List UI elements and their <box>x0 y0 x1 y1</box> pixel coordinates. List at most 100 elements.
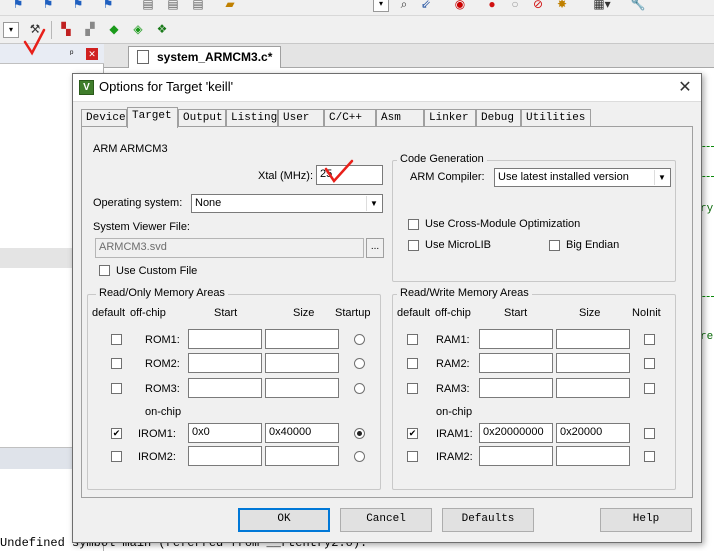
breakpoint-toggle-icon[interactable]: ⊘ <box>530 0 546 12</box>
tab-output[interactable]: Output <box>178 109 226 127</box>
pin-icon[interactable]: ᵖ <box>70 48 73 58</box>
pack-installer-icon[interactable]: ◆ <box>106 21 122 37</box>
microlib-checkbox[interactable] <box>408 240 419 251</box>
tab-cpp[interactable]: C/C++ <box>324 109 376 127</box>
breakpoint-icon[interactable]: ● <box>484 0 500 12</box>
tab-asm[interactable]: Asm <box>376 109 424 127</box>
help-button[interactable]: Help <box>600 508 692 532</box>
rom1-startup-radio[interactable] <box>354 334 365 345</box>
iram2-default-checkbox[interactable] <box>407 451 418 462</box>
breakpoint-disabled-icon[interactable]: ○ <box>507 0 523 12</box>
tab-debug[interactable]: Debug <box>476 109 521 127</box>
iram2-noinit-checkbox[interactable] <box>644 451 655 462</box>
rom2-size-input[interactable] <box>265 353 339 373</box>
rom3-default-checkbox[interactable] <box>111 383 122 394</box>
iram1-default-checkbox[interactable]: ✔ <box>407 428 418 439</box>
flag-icon[interactable]: ⚑ <box>70 0 86 12</box>
target-dropdown-icon[interactable]: ▾ <box>3 22 19 38</box>
close-button[interactable]: ✕ <box>673 76 697 98</box>
rom1-start-input[interactable] <box>188 329 262 349</box>
debug-icon[interactable]: ◉ <box>452 0 468 12</box>
flag-icon[interactable]: ⚑ <box>40 0 56 12</box>
ram3-size-input[interactable] <box>556 378 630 398</box>
rom-onchip-label: on-chip <box>145 406 182 418</box>
project-pane-header: ᵖ ✕ <box>0 44 104 64</box>
ram2-start-input[interactable] <box>479 353 553 373</box>
manage-project-icon[interactable]: ▚ <box>58 21 74 37</box>
irom2-default-checkbox[interactable] <box>111 451 122 462</box>
kill-breakpoints-icon[interactable]: ✸ <box>554 0 570 12</box>
tab-linker[interactable]: Linker <box>424 109 476 127</box>
iram2-size-input[interactable] <box>556 446 630 466</box>
rom3-start-input[interactable] <box>188 378 262 398</box>
find-in-files-icon[interactable]: ⇙ <box>418 0 434 12</box>
cancel-button[interactable]: Cancel <box>340 508 432 532</box>
ram1-start-input[interactable] <box>479 329 553 349</box>
find-icon[interactable]: ⌕ <box>396 0 412 12</box>
ram2-size-input[interactable] <box>556 353 630 373</box>
ram3-noinit-checkbox[interactable] <box>644 383 655 394</box>
rom-header-startup: Startup <box>335 307 371 319</box>
manage-items-icon[interactable]: ▞ <box>82 21 98 37</box>
irom2-size-input[interactable] <box>265 446 339 466</box>
ram3-default-checkbox[interactable] <box>407 383 418 394</box>
format-icon[interactable]: ▤ <box>190 0 206 12</box>
tab-device[interactable]: Device <box>81 109 127 127</box>
editor-tab-system-armcm3[interactable]: system_ARMCM3.c* <box>128 46 282 68</box>
ram1-noinit-checkbox[interactable] <box>644 334 655 345</box>
big-endian-checkbox[interactable] <box>549 240 560 251</box>
svd-browse-button[interactable]: ... <box>366 238 384 258</box>
irom1-start-input[interactable]: 0x0 <box>188 423 262 443</box>
bookmark-icon[interactable]: ▰ <box>222 0 238 12</box>
svd-input[interactable]: ARMCM3.svd <box>95 238 364 258</box>
defaults-button[interactable]: Defaults <box>442 508 534 532</box>
irom2-startup-radio[interactable] <box>354 451 365 462</box>
irom1-size-input[interactable]: 0x40000 <box>265 423 339 443</box>
compiler-select-value: Use latest installed version <box>498 171 629 183</box>
format-icon[interactable]: ▤ <box>165 0 181 12</box>
flag-icon[interactable]: ⚑ <box>10 0 26 12</box>
rom-header-offchip: off-chip <box>130 307 166 319</box>
irom2-start-input[interactable] <box>188 446 262 466</box>
ram2-default-checkbox[interactable] <box>407 358 418 369</box>
rom2-startup-radio[interactable] <box>354 358 365 369</box>
ok-button[interactable]: OK <box>238 508 330 532</box>
window-layout-icon[interactable]: ▦▾ <box>588 0 616 12</box>
manage-runtime-icon[interactable]: ❖ <box>154 21 170 37</box>
rom-header-default: default <box>92 307 126 319</box>
tab-utilities[interactable]: Utilities <box>521 109 591 127</box>
select-packs-icon[interactable]: ◈ <box>130 21 146 37</box>
ram3-start-input[interactable] <box>479 378 553 398</box>
rom3-startup-radio[interactable] <box>354 383 365 394</box>
iram2-start-input[interactable] <box>479 446 553 466</box>
rom2-start-input[interactable] <box>188 353 262 373</box>
ram2-noinit-checkbox[interactable] <box>644 358 655 369</box>
cross-module-checkbox[interactable] <box>408 219 419 230</box>
ram1-size-input[interactable] <box>556 329 630 349</box>
rom2-default-checkbox[interactable] <box>111 358 122 369</box>
tab-target[interactable]: Target <box>127 107 178 128</box>
ram1-default-checkbox[interactable] <box>407 334 418 345</box>
rom-header-size: Size <box>293 307 315 319</box>
irom1-default-checkbox[interactable]: ✔ <box>111 428 122 439</box>
rom-areas-title: Read/Only Memory Areas <box>96 287 228 299</box>
iram1-size-input[interactable]: 0x20000 <box>556 423 630 443</box>
tab-listing[interactable]: Listing <box>226 109 278 127</box>
custom-file-checkbox[interactable] <box>99 265 110 276</box>
dropdown-icon[interactable]: ▾ <box>373 0 389 12</box>
compiler-select[interactable]: Use latest installed version ▼ <box>494 168 671 187</box>
format-icon[interactable]: ▤ <box>140 0 156 12</box>
settings-icon[interactable]: 🔧 <box>630 0 646 12</box>
os-select[interactable]: None ▼ <box>191 194 383 213</box>
rom1-size-input[interactable] <box>265 329 339 349</box>
close-pane-icon[interactable]: ✕ <box>86 48 98 60</box>
iram1-start-input[interactable]: 0x20000000 <box>479 423 553 443</box>
flag-icon[interactable]: ⚑ <box>100 0 116 12</box>
iram1-noinit-checkbox[interactable] <box>644 428 655 439</box>
rom3-label: ROM3: <box>145 383 180 395</box>
tab-user[interactable]: User <box>278 109 324 127</box>
rom1-default-checkbox[interactable] <box>111 334 122 345</box>
irom1-startup-radio[interactable] <box>354 428 365 439</box>
rom3-size-input[interactable] <box>265 378 339 398</box>
file-icon <box>137 50 149 64</box>
